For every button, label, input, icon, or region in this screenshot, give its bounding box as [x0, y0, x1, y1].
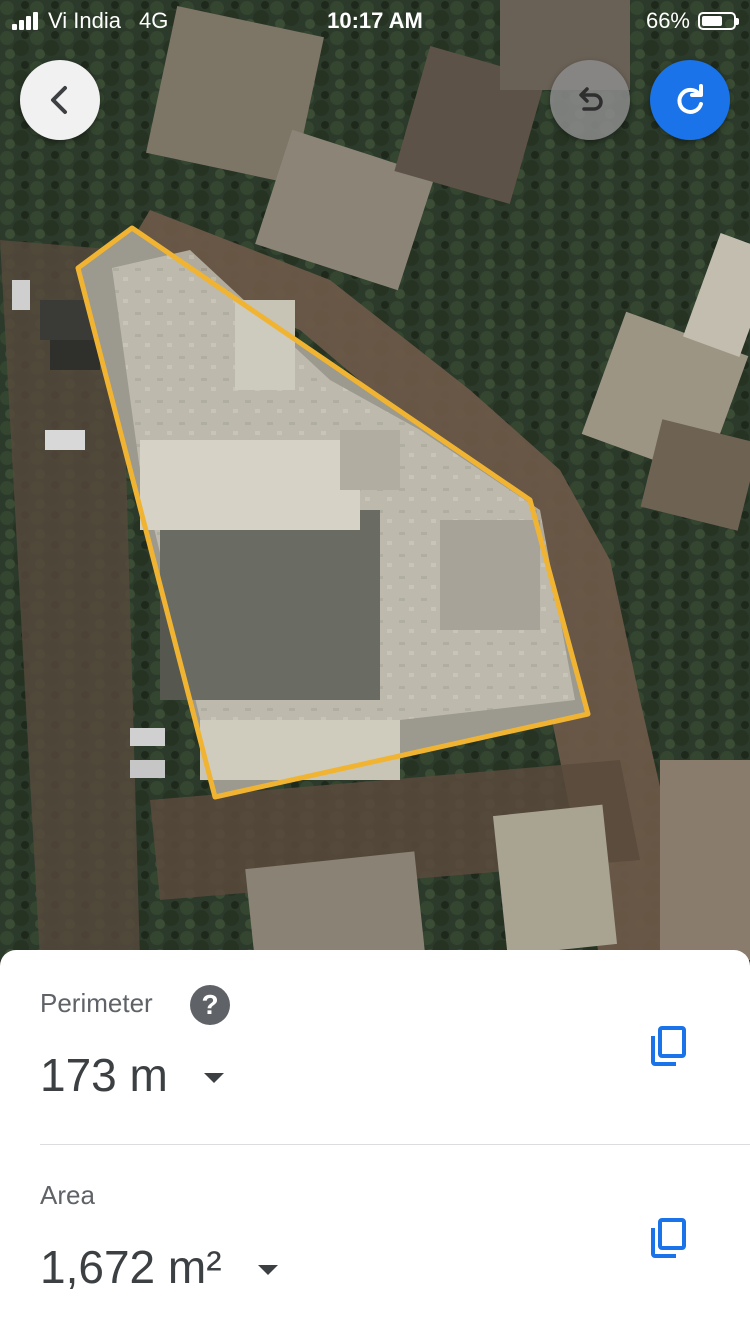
perimeter-label: Perimeter: [40, 988, 153, 1018]
copy-area-button[interactable]: [648, 1216, 692, 1260]
status-time: 10:17 AM: [327, 8, 423, 33]
undo-icon: [579, 87, 603, 111]
battery-tip: [736, 18, 739, 25]
measurement-sheet: Perimeter ? 173 m Area 1,672 m²: [0, 950, 750, 1334]
battery-percentage: 66%: [645, 8, 690, 33]
satellite-map[interactable]: [0, 0, 750, 960]
redo-icon: [677, 84, 703, 114]
help-icon[interactable]: ?: [190, 985, 230, 1025]
chevron-left-icon: [51, 86, 67, 114]
redo-button[interactable]: [650, 60, 730, 140]
copy-icon: [651, 1026, 686, 1066]
status-bar: Vi India 4G 10:17 AM 66%: [0, 0, 750, 40]
undo-button[interactable]: [550, 60, 630, 140]
battery-icon: [698, 12, 739, 30]
dropdown-arrow-icon: [257, 1265, 278, 1275]
area-unit-dropdown[interactable]: 1,672 m²: [40, 1240, 278, 1294]
section-divider: [40, 1144, 750, 1145]
measure-distance-screen: Vi India 4G 10:17 AM 66% Perimeter ? 173…: [0, 0, 750, 1334]
battery-level-fill: [702, 16, 722, 26]
copy-icon: [651, 1218, 686, 1258]
area-value: 1,672 m²: [40, 1241, 222, 1293]
status-right: 66%: [645, 8, 739, 34]
perimeter-unit-dropdown[interactable]: 173 m: [40, 1048, 224, 1102]
back-button[interactable]: [20, 60, 100, 140]
copy-perimeter-button[interactable]: [648, 1024, 692, 1068]
dropdown-arrow-icon: [203, 1073, 224, 1083]
perimeter-value: 173 m: [40, 1049, 168, 1101]
area-label: Area: [40, 1180, 95, 1210]
